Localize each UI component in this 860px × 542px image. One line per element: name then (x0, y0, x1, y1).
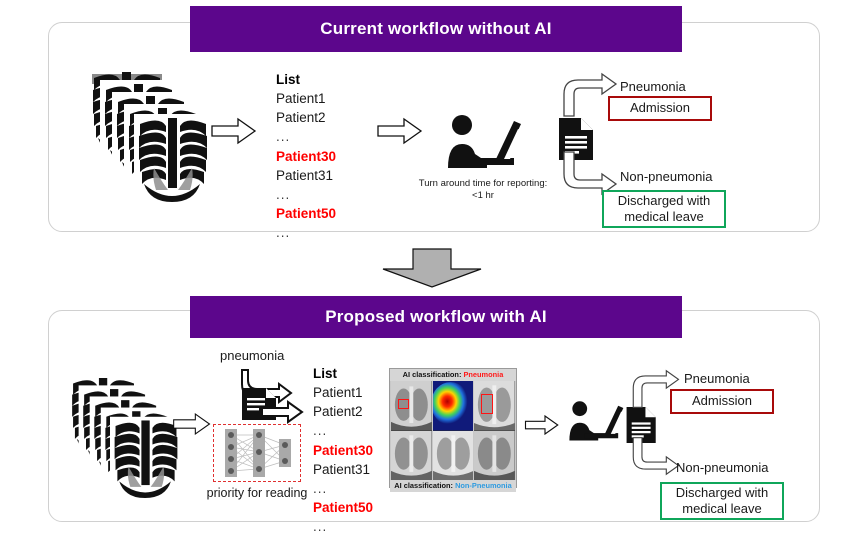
outcome-label-pneumonia: Pneumonia (684, 371, 750, 386)
patient-list-ellipsis: ... (313, 480, 328, 496)
report-document-icon (236, 368, 310, 431)
outcome-box-discharge: Discharged with medical leave (660, 482, 784, 520)
heatmap-image-positive (432, 381, 474, 431)
xray-image-negative-1 (391, 430, 432, 481)
patient-list-item: Patient2 (313, 404, 363, 420)
ai-caption-negative-value: Non-Pneumonia (455, 481, 512, 491)
outcome-box-admission: Admission (608, 96, 712, 121)
ai-caption-negative-prefix: AI classification: (394, 481, 456, 491)
outcome-label-non-pneumonia: Non-pneumonia (676, 460, 769, 475)
xray-image-negative-3 (474, 430, 516, 481)
neural-network-icon (213, 424, 301, 482)
ai-row-negative (390, 430, 516, 481)
turnaround-time-label: Turn around time for reporting: <1 hr (418, 178, 548, 202)
patient-list-ellipsis: ... (313, 519, 328, 535)
outcome-box-admission: Admission (670, 389, 774, 414)
outcome-box-discharge: Discharged with medical leave (602, 190, 726, 228)
radiologist-workstation-icon (562, 398, 630, 451)
patient-list-item: Patient2 (276, 110, 326, 126)
patient-list-item: Patient1 (313, 385, 363, 401)
patient-list-ellipsis: ... (276, 129, 291, 145)
patient-list-ellipsis: ... (276, 225, 291, 241)
ai-caption-positive: AI classification: Pneumonia (390, 369, 516, 381)
roi-box (480, 393, 494, 414)
ai-caption-positive-value: Pneumonia (463, 370, 504, 379)
ai-row-positive (390, 381, 516, 431)
patient-list-item: Patient31 (313, 461, 371, 477)
patient-list-item: Patient50 (313, 500, 374, 516)
panel-title-proposed-workflow: Proposed workflow with AI (190, 296, 682, 338)
priority-for-reading-label: priority for reading (206, 486, 308, 500)
block-arrow-right-icon (210, 116, 258, 146)
workflow-diagram: Current workflow without AI List Patient… (0, 0, 860, 542)
patient-list-title: List (313, 366, 338, 381)
ai-classification-panel: AI classification: Pneumonia AI classifi… (389, 368, 517, 493)
patient-list: List Patient1 Patient2... Patient30 Patient3… (313, 364, 373, 536)
xray-image-negative-2 (432, 430, 474, 481)
patient-list-item: Patient31 (276, 167, 334, 183)
xray-image-positive-1 (391, 381, 432, 431)
block-arrow-down-icon (377, 247, 487, 294)
patient-list: List Patient1 Patient2... Patient30 Patient3… (276, 70, 336, 242)
block-arrow-right-icon (524, 412, 560, 438)
xray-stack-icon (82, 62, 212, 212)
patient-list-item: Patient30 (276, 148, 337, 164)
patient-list-item: Patient1 (276, 91, 326, 107)
block-arrow-right-icon (376, 116, 424, 146)
ai-caption-negative: AI classification: Non-Pneumonia (390, 480, 516, 493)
patient-list-title: List (276, 72, 301, 87)
xray-stack-icon (62, 368, 192, 518)
outcome-label-non-pneumonia: Non-pneumonia (620, 169, 713, 184)
panel-title-current-workflow: Current workflow without AI (190, 6, 682, 52)
roi-box (398, 398, 409, 409)
outcome-label-pneumonia: Pneumonia (620, 79, 686, 94)
xray-image-positive-2 (474, 381, 516, 431)
patient-list-item: Patient30 (313, 442, 374, 458)
patient-list-item: Patient50 (276, 206, 337, 222)
ai-caption-positive-prefix: AI classification: (402, 370, 464, 379)
patient-list-ellipsis: ... (313, 423, 328, 439)
radiologist-workstation-icon (438, 112, 530, 179)
block-arrow-right-icon (172, 410, 212, 438)
ai-trigger-label: pneumonia (220, 348, 285, 363)
patient-list-ellipsis: ... (276, 186, 291, 202)
